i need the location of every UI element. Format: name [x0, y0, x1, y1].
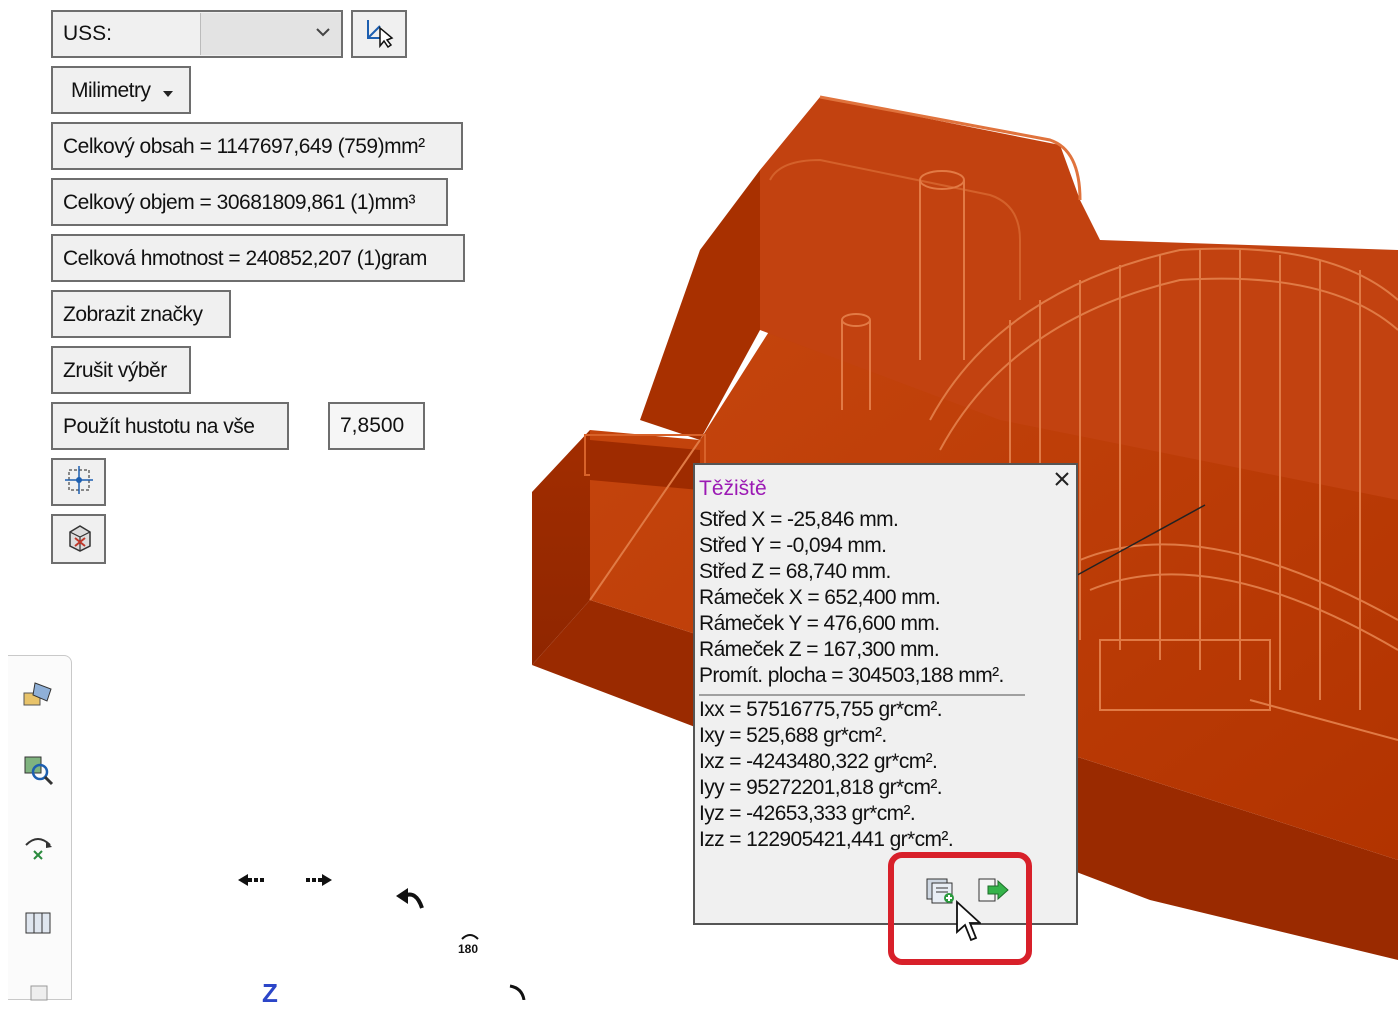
rotate-tool-button[interactable] [18, 828, 58, 868]
units-dropdown[interactable]: Milimetry [51, 66, 191, 114]
iyz-line: Iyz = -42653,333 gr*cm². [699, 802, 916, 825]
axis-arc-icon [508, 984, 528, 1005]
mouse-pointer-icon [955, 899, 983, 947]
total-volume-text: Celkový objem = 30681809,861 (1)mm³ [63, 190, 415, 214]
box-y-line: Rámeček Y = 476,600 mm. [699, 612, 940, 635]
nav-back-icon[interactable] [238, 872, 268, 893]
iyy-line: Iyy = 95272201,818 gr*cm². [699, 776, 943, 799]
measure-tool-button[interactable] [18, 676, 58, 716]
bounding-box-icon [64, 522, 94, 557]
total-mass-readout: Celková hmotnost = 240852,207 (1)gram [51, 234, 465, 282]
izz-line: Izz = 122905421,441 gr*cm². [699, 828, 954, 851]
ruler-icon [21, 679, 55, 714]
cancel-selection-label: Zrušit výběr [63, 358, 167, 382]
section-icon [23, 980, 53, 1009]
ixz-line: Ixz = -4243480,322 gr*cm². [699, 750, 938, 773]
ixx-line: Ixx = 57516775,755 gr*cm². [699, 698, 943, 721]
center-of-gravity-button[interactable] [51, 458, 106, 506]
magnifier-icon [22, 754, 54, 791]
panel-separator [699, 694, 1025, 696]
density-input[interactable]: 7,8500 [328, 402, 425, 450]
pick-axis-icon [362, 16, 396, 53]
views-tool-button[interactable] [18, 904, 58, 944]
chevron-down-icon [315, 25, 331, 44]
rotate-180-label: 180 [458, 942, 479, 956]
pick-coordinate-system-button[interactable] [351, 10, 407, 58]
apply-density-label: Použít hustotu na vše [63, 414, 255, 438]
undo-view-icon[interactable] [396, 886, 426, 917]
axis-z-label: Z [262, 978, 278, 1008]
section-tool-button[interactable] [18, 974, 58, 1014]
close-icon [1054, 472, 1070, 491]
total-mass-text: Celková hmotnost = 240852,207 (1)gram [63, 246, 427, 270]
center-z-line: Střed Z = 68,740 mm. [699, 560, 891, 583]
uss-dropdown[interactable] [200, 13, 341, 55]
cube-views-icon [22, 907, 54, 942]
caret-down-icon [162, 80, 173, 101]
center-x-line: Střed X = -25,846 mm. [699, 508, 899, 531]
cancel-selection-button[interactable]: Zrušit výběr [51, 346, 191, 394]
box-z-line: Rámeček Z = 167,300 mm. [699, 638, 940, 661]
uss-label: USS: [63, 22, 113, 45]
projected-area-line: Promít. plocha = 304503,188 mm². [699, 664, 1004, 687]
rotate-180-icon[interactable]: 180 [458, 930, 482, 956]
apply-density-button[interactable]: Použít hustotu na vše [51, 402, 289, 450]
total-area-readout: Celkový obsah = 1147697,649 (759)mm² [51, 122, 463, 170]
panel-title: Těžiště [699, 477, 767, 500]
total-area-text: Celkový obsah = 1147697,649 (759)mm² [63, 134, 425, 158]
inspect-tool-button[interactable] [18, 752, 58, 792]
total-volume-readout: Celkový objem = 30681809,861 (1)mm³ [51, 178, 448, 226]
center-y-line: Střed Y = -0,094 mm. [699, 534, 887, 557]
density-value: 7,8500 [340, 414, 405, 437]
crosshair-icon [64, 465, 93, 499]
bounding-box-button[interactable] [51, 514, 106, 564]
left-vertical-toolbar [8, 655, 72, 1000]
units-label: Milimetry [71, 78, 151, 102]
rotate-icon [22, 831, 54, 866]
nav-forward-icon[interactable] [304, 872, 334, 893]
show-markers-label: Zobrazit značky [63, 302, 203, 326]
ixy-line: Ixy = 525,688 gr*cm². [699, 724, 887, 747]
box-x-line: Rámeček X = 652,400 mm. [699, 586, 941, 609]
close-button[interactable] [1054, 471, 1070, 487]
show-markers-button[interactable]: Zobrazit značky [51, 290, 231, 338]
